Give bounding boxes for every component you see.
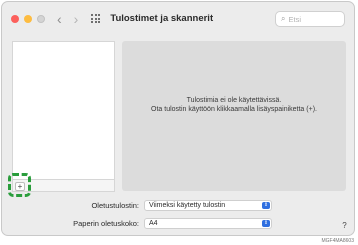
- default-printer-label: Oletustulostin:: [91, 201, 139, 210]
- search-input[interactable]: [285, 14, 339, 24]
- default-printer-value: Viimeksi käytetty tulostin: [149, 202, 226, 209]
- window-controls: [11, 14, 45, 23]
- show-all-grid-icon[interactable]: [91, 14, 101, 23]
- close-button[interactable]: [11, 14, 19, 23]
- minimize-button[interactable]: [24, 14, 32, 23]
- empty-state-line-1: Tulostimia ei ole käytettävissä.: [186, 97, 282, 104]
- forward-icon[interactable]: ›: [74, 12, 79, 26]
- paper-size-select[interactable]: A4 ⇕: [144, 218, 272, 229]
- window-title: Tulostimet ja skannerit: [110, 13, 214, 24]
- paper-size-label: Paperin oletuskoko:: [73, 219, 139, 228]
- search-field[interactable]: ⌕: [275, 11, 345, 27]
- paper-size-value: A4: [149, 220, 158, 227]
- chevron-updown-icon: ⇕: [262, 220, 270, 227]
- back-icon[interactable]: ‹: [57, 12, 62, 26]
- default-printer-select[interactable]: Viimeksi käytetty tulostin ⇕: [144, 200, 272, 211]
- title-bar: ‹ › Tulostimet ja skannerit ⌕: [2, 2, 354, 35]
- chevron-updown-icon: ⇕: [262, 202, 270, 209]
- printer-list[interactable]: [12, 41, 115, 180]
- paper-size-row: Paperin oletuskoko: A4 ⇕: [54, 218, 272, 229]
- help-button[interactable]: ?: [339, 220, 350, 231]
- zoom-button[interactable]: [37, 14, 45, 23]
- printers-window: ‹ › Tulostimet ja skannerit ⌕ + Tulostim…: [1, 1, 355, 236]
- figure-code: MGF4MA8603: [321, 238, 354, 244]
- empty-state-line-2: Ota tulostin käyttöön klikkaamalla lisäy…: [151, 106, 317, 113]
- default-printer-row: Oletustulostin: Viimeksi käytetty tulost…: [54, 200, 272, 211]
- add-button-highlight: [8, 173, 31, 197]
- printer-detail-pane: Tulostimia ei ole käytettävissä. Ota tul…: [122, 41, 346, 191]
- empty-state-message: Tulostimia ei ole käytettävissä. Ota tul…: [122, 96, 346, 114]
